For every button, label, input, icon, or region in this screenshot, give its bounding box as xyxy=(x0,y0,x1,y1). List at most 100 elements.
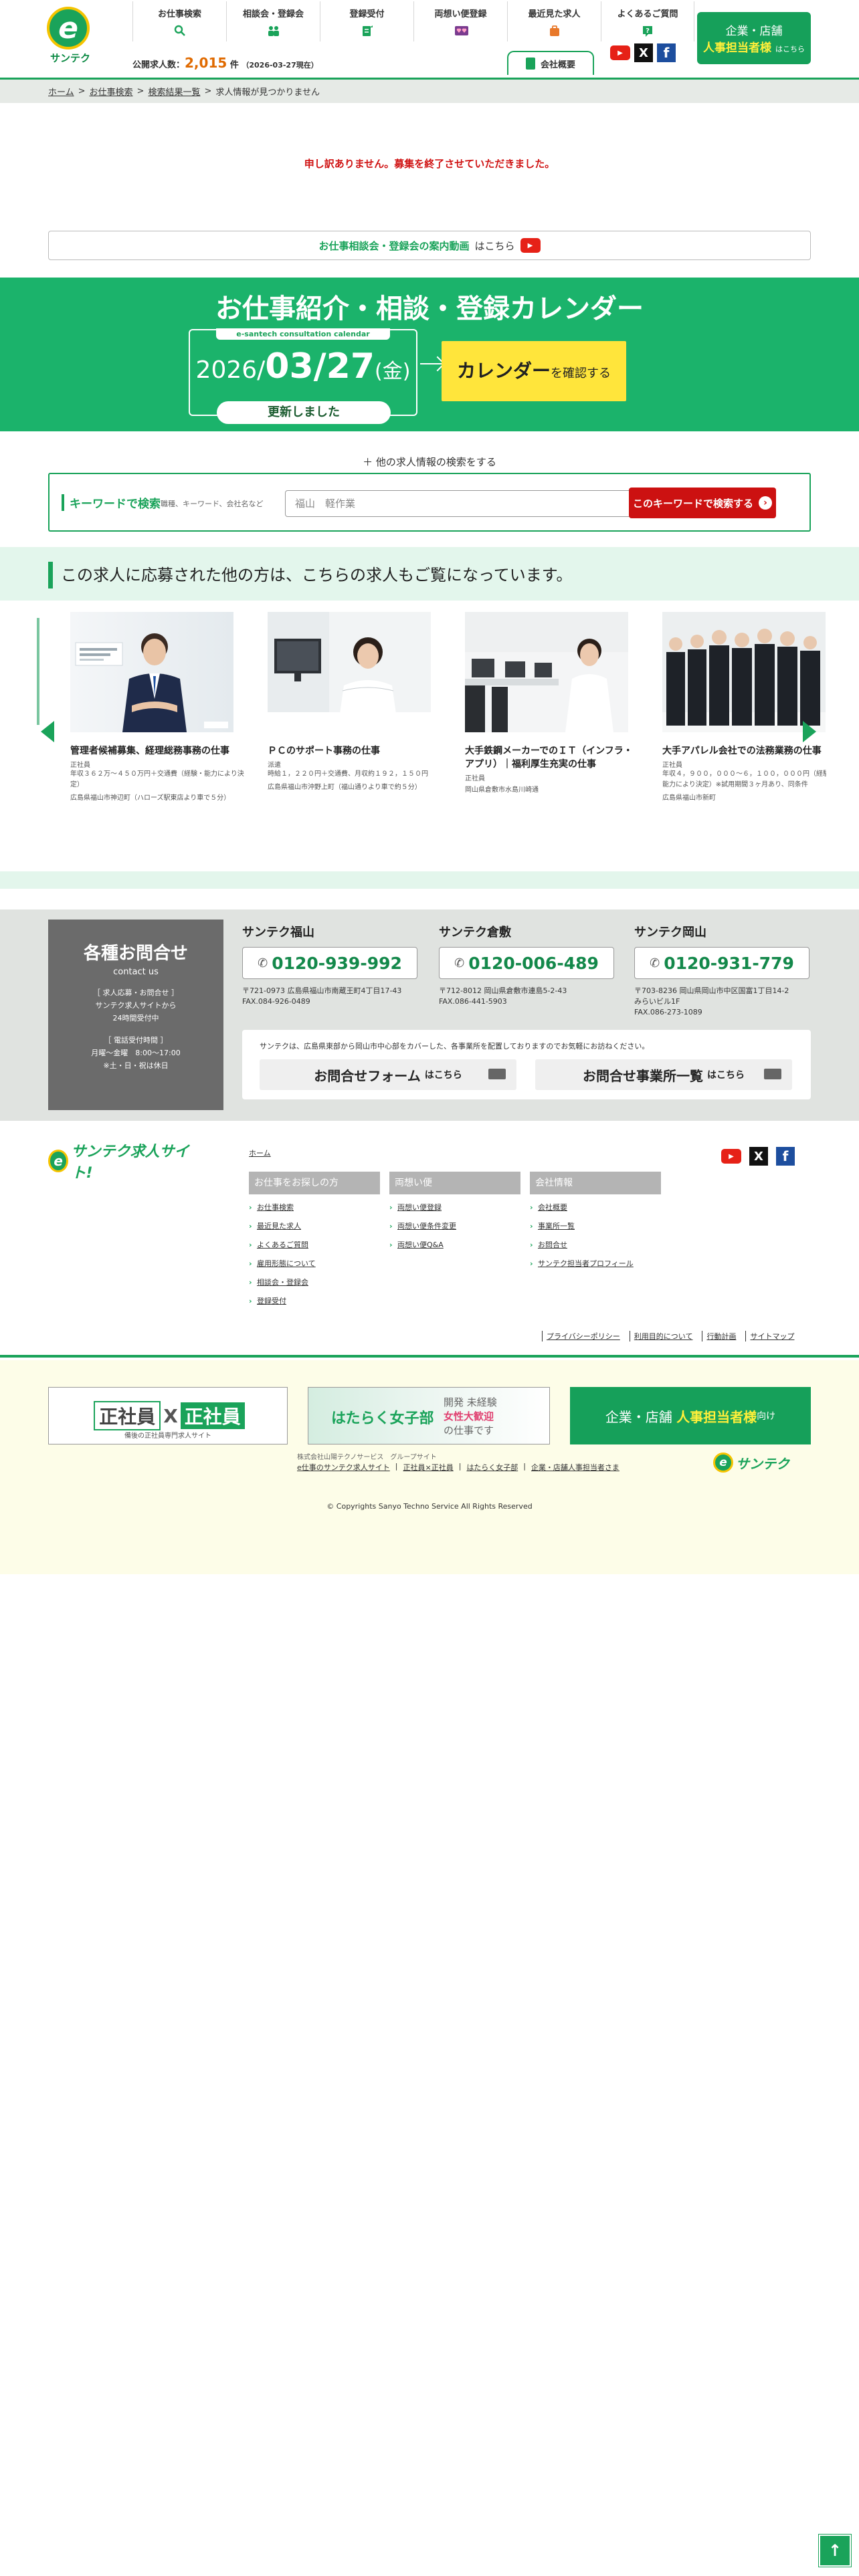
calendar-title: お仕事紹介・相談・登録カレンダー xyxy=(215,294,644,324)
footer-link[interactable]: 相談会・登録会 xyxy=(249,1273,380,1292)
carousel-prev-arrow-icon[interactable] xyxy=(41,721,54,742)
video-banner-suffix: はこちら xyxy=(474,239,515,252)
footer-link[interactable]: 事業所一覧 xyxy=(530,1217,661,1236)
job-card-location: 広島県福山市神辺町（ハローズ駅東店より車で５分） xyxy=(70,794,231,802)
facebook-icon[interactable]: f xyxy=(776,1147,795,1166)
recommend-heading: この求人に応募された他の方は、こちらの求人もご覧になっています。 xyxy=(48,562,572,588)
footer-link[interactable]: 両想い便条件変更 xyxy=(389,1217,520,1236)
job-card[interactable]: 大手鉄鋼メーカーでのＩＴ（インフラ・アプリ）｜福利厚生充実の仕事 正社員 岡山県… xyxy=(465,612,640,813)
check-calendar-button[interactable]: カレンダーを確認する xyxy=(442,341,626,401)
banner-text: 正社員 xyxy=(180,1402,245,1429)
job-card-location: 広島県福山市沖野上町（福山通りより車で約５分） xyxy=(268,784,421,791)
keyword-input[interactable] xyxy=(285,490,664,517)
keyword-label: キーワードで検索 xyxy=(62,494,161,511)
logo-e-mark: e xyxy=(47,7,90,49)
contact-web-info: ［ 求人応募・お問合せ ］ サンテク求人サイトから 24時間受付中 xyxy=(48,986,223,1025)
group-link[interactable]: はたらく女子部 xyxy=(466,1462,518,1473)
job-card-image xyxy=(662,612,826,732)
guide-video-banner[interactable]: お仕事相談会・登録会の案内動画 はこちら ▶ xyxy=(48,231,811,260)
joshibu-line: 開発 未経験 xyxy=(444,1396,497,1408)
nav-job-search[interactable]: お仕事検索 xyxy=(132,1,226,41)
nav-faq[interactable]: よくあるご質問 ? xyxy=(601,1,694,41)
action-plan-link[interactable]: 行動計画 xyxy=(702,1331,736,1341)
x-icon[interactable]: X xyxy=(749,1147,768,1166)
footer-logo[interactable]: e サンテク求人サイト! xyxy=(48,1144,193,1182)
corporate-banner[interactable]: 企業・店舗 人事担当者様 向け xyxy=(570,1387,811,1444)
page-top-button[interactable]: ↑ xyxy=(818,2534,852,2567)
phone-icon: ✆ xyxy=(454,956,465,970)
footer-link[interactable]: よくあるご質問 xyxy=(249,1236,380,1255)
nav-label: 登録受付 xyxy=(349,9,385,19)
contact-form-button[interactable]: お問合せフォーム はこちら xyxy=(260,1059,516,1090)
job-card-image xyxy=(70,612,233,732)
footer-link[interactable]: お仕事検索 xyxy=(249,1198,380,1217)
footer-link[interactable]: サンテク担当者プロフィール xyxy=(530,1255,661,1273)
job-card-title: 大手アパレル会社での法務業務の仕事 xyxy=(662,746,822,756)
youtube-icon[interactable]: ▶ xyxy=(721,1149,741,1164)
contact-line: ［ 求人応募・お問合せ ］ xyxy=(93,988,179,997)
nav-label: よくあるご質問 xyxy=(617,9,678,19)
nav-registration[interactable]: 登録受付 xyxy=(320,1,413,41)
office-tel-button[interactable]: ✆ 0120-931-779 xyxy=(634,947,809,979)
nav-ryoomoi[interactable]: 両想い便登録 xyxy=(413,1,507,41)
office-tel-button[interactable]: ✆ 0120-006-489 xyxy=(439,947,614,979)
phone-icon: ✆ xyxy=(258,956,268,970)
facebook-icon[interactable]: f xyxy=(657,43,676,62)
footer-col-heading: お仕事をお探しの方 xyxy=(249,1172,380,1194)
calendar-year: 2026/ xyxy=(195,356,266,384)
breadcrumb-home[interactable]: ホーム xyxy=(48,85,74,98)
job-card-type: 正社員 xyxy=(662,762,682,769)
joshibu-line: の仕事です xyxy=(444,1424,494,1436)
footer-link[interactable]: 最近見た求人 xyxy=(249,1217,380,1236)
footer-logo-small[interactable]: e サンテク xyxy=(713,1453,789,1473)
footer-link[interactable]: お問合せ xyxy=(530,1236,661,1255)
people-icon xyxy=(267,25,280,38)
office-addr-line: 〒703-8236 岡山県岡山市中区国富1丁目14-2 xyxy=(634,986,789,995)
breadcrumb-results[interactable]: 検索結果一覧 xyxy=(148,85,200,98)
group-link[interactable]: e仕事のサンテク求人サイト xyxy=(297,1462,390,1473)
footer-link[interactable]: 会社概要 xyxy=(530,1198,661,1217)
job-card[interactable]: ＰＣのサポート事務の仕事 派遣 時給１，２２０円＋交通費、月収約１９２，１５０円… xyxy=(268,612,443,813)
office-addr-line2: みらいビル1F xyxy=(634,997,680,1006)
nav-recent-jobs[interactable]: 最近見た求人 xyxy=(507,1,601,41)
other-search-link[interactable]: ＋ 他の求人情報の検索をする xyxy=(0,455,859,469)
seishain-banner[interactable]: 正社員 X 正社員 備後の正社員専門求人サイト xyxy=(48,1387,288,1444)
sitemap-link[interactable]: サイトマップ xyxy=(745,1331,794,1341)
corporate-hr-button[interactable]: 企業・店舗 人事担当者様 はこちら xyxy=(697,12,811,64)
company-overview-tab[interactable]: 会社概要 xyxy=(507,51,594,75)
joshibu-banner[interactable]: はたらく女子部 開発 未経験 女性大歓迎 の仕事です xyxy=(308,1387,550,1444)
privacy-policy-link[interactable]: プライバシーポリシー xyxy=(542,1331,620,1341)
group-link[interactable]: 正社員×正社員 xyxy=(403,1462,454,1473)
office-address: 〒712-8012 岡山県倉敷市連島5-2-43 FAX.086-441-590… xyxy=(439,986,617,1007)
job-card[interactable]: 管理者候補募集、経理総務事務の仕事 正社員 年収３６２万〜４５０万円＋交通費（経… xyxy=(70,612,246,813)
footer-logo-text: サンテク求人サイト! xyxy=(71,1144,189,1182)
youtube-icon[interactable]: ▶ xyxy=(610,45,630,60)
job-card[interactable]: 大手アパレル会社での法務業務の仕事 正社員 年収４，９００，０００〜６，１００，… xyxy=(662,612,826,813)
corp-banner-l2: 人事担当者様 xyxy=(676,1408,757,1425)
carousel-next-arrow-icon[interactable] xyxy=(803,721,816,742)
keyword-hint: 職種、キーワード、会社名など xyxy=(161,500,264,508)
keyword-search-button[interactable]: このキーワードで検索する › xyxy=(629,488,776,518)
company-tab-label: 会社概要 xyxy=(540,60,575,70)
breadcrumb-job-search[interactable]: お仕事検索 xyxy=(90,85,133,98)
calendar-weekday: (金) xyxy=(375,360,411,383)
footer-link[interactable]: 両想い便Q&A xyxy=(389,1236,520,1255)
office-list-label: お問合せ事業所一覧 xyxy=(583,1067,703,1084)
recommend-heading-band: この求人に応募された他の方は、こちらの求人もご覧になっています。 xyxy=(0,547,859,601)
job-count-value: 2,015 xyxy=(185,55,227,71)
office-addr-line: 〒712-8012 岡山県倉敷市連島5-2-43 xyxy=(439,986,567,995)
footer-link[interactable]: 雇用形態について xyxy=(249,1255,380,1273)
footer-link[interactable]: 両想い便登録 xyxy=(389,1198,520,1217)
footer-col-ryoomoi: 両想い便 両想い便登録 両想い便条件変更 両想い便Q&A xyxy=(389,1172,520,1255)
footer-link[interactable]: 登録受付 xyxy=(249,1292,380,1311)
footer-home-link[interactable]: ホーム xyxy=(249,1148,271,1158)
nav-consultation[interactable]: 相談会・登録会 xyxy=(226,1,320,41)
office-list-button[interactable]: お問合せ事業所一覧 はこちら xyxy=(535,1059,792,1090)
calendar-updated-badge: 更新しました xyxy=(217,401,391,424)
x-icon[interactable]: X xyxy=(634,43,653,62)
group-link[interactable]: 企業・店舗人事担当者さま xyxy=(531,1462,619,1473)
office-tel-button[interactable]: ✆ 0120-939-992 xyxy=(242,947,417,979)
job-card-image xyxy=(268,612,431,732)
purpose-link[interactable]: 利用目的について xyxy=(629,1331,692,1341)
site-logo[interactable]: e サンテク xyxy=(47,7,94,68)
